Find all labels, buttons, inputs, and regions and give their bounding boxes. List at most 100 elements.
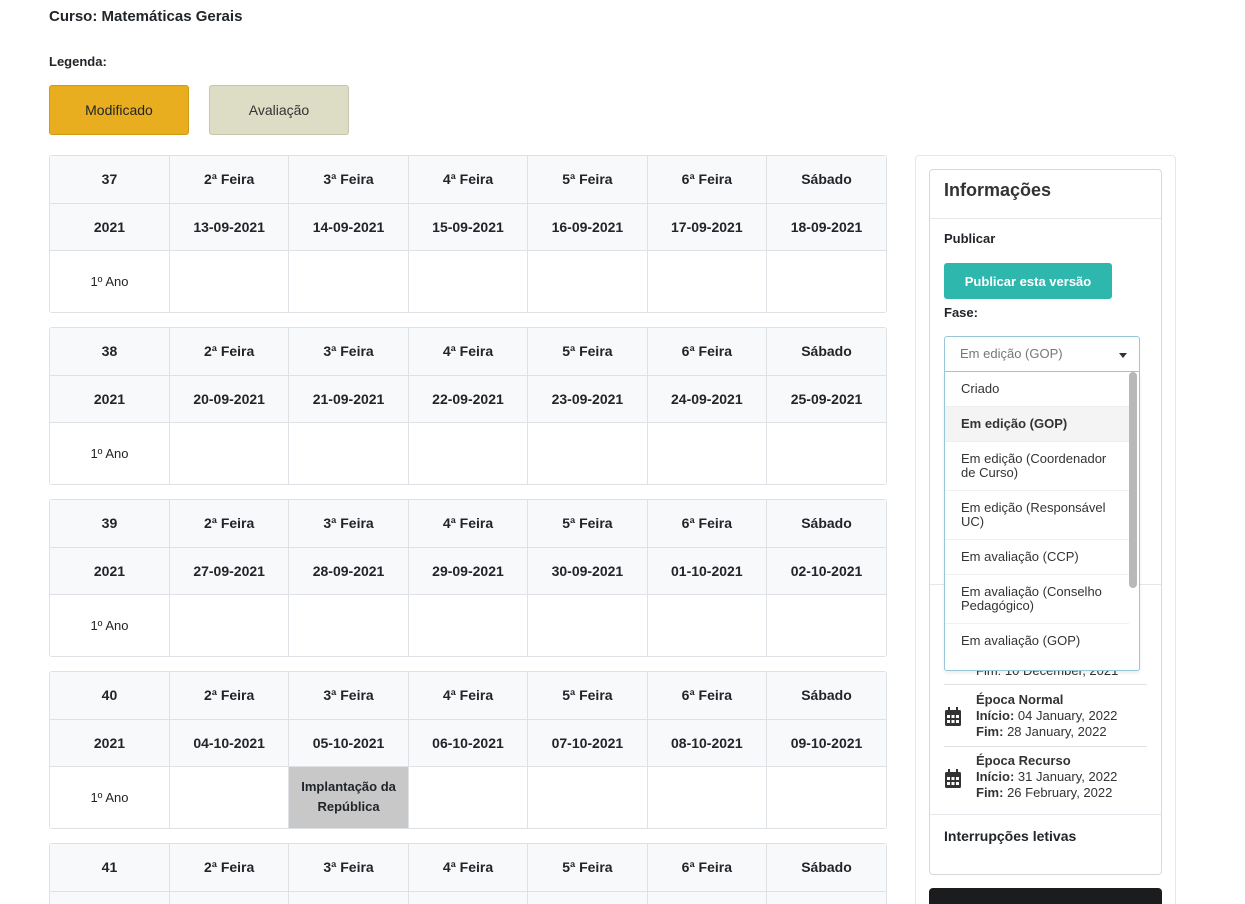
week-table: 37 2ª Feira 3ª Feira 4ª Feira 5ª Feira 6ª Fei… <box>49 155 887 313</box>
week-number: 38 <box>50 328 170 376</box>
period-end: Fim: 26 February, 2022 <box>976 785 1113 800</box>
week-table: 39 2ª Feira 3ª Feira 4ª Feira 5ª Feira 6ª Fei… <box>49 499 887 657</box>
date-cell: 08-10-2021 <box>647 719 768 767</box>
calendar-icon <box>945 707 961 726</box>
dark-card-header <box>929 888 1162 904</box>
phase-label: Fase: <box>944 305 978 320</box>
date-cell: 24-09-2021 <box>647 375 768 423</box>
phase-select-value: Em edição (GOP) <box>960 346 1063 361</box>
week-year: 2021 <box>50 719 170 767</box>
schedule-cell[interactable] <box>408 766 529 828</box>
day-header: 2ª Feira <box>169 672 290 720</box>
dropdown-option[interactable]: Em edição (Coordenador de Curso) <box>945 441 1129 490</box>
period-title: Época Normal <box>976 692 1064 707</box>
schedule-cell[interactable] <box>288 594 409 656</box>
day-header: 6ª Feira <box>647 672 768 720</box>
date-cell <box>408 891 529 904</box>
period-end: Fim: 28 January, 2022 <box>976 724 1107 739</box>
schedule-cell[interactable] <box>766 766 886 828</box>
week-number: 41 <box>50 844 170 892</box>
phase-dropdown-menu[interactable]: Criado Em edição (GOP) Em edição (Coorde… <box>944 372 1140 671</box>
phase-select[interactable]: Em edição (GOP) <box>944 336 1140 372</box>
date-cell: 09-10-2021 <box>766 719 886 767</box>
schedule-cell[interactable] <box>766 594 886 656</box>
date-cell: 25-09-2021 <box>766 375 886 423</box>
day-header: Sábado <box>766 672 886 720</box>
calendar-icon <box>945 769 961 788</box>
date-cell: 13-09-2021 <box>169 203 290 251</box>
dropdown-scrollbar[interactable] <box>1129 372 1137 588</box>
schedule-cell[interactable] <box>527 422 648 484</box>
dropdown-option[interactable]: Em avaliação (Conselho Pedagógico) <box>945 574 1129 623</box>
day-header: 6ª Feira <box>647 844 768 892</box>
date-cell: 18-09-2021 <box>766 203 886 251</box>
day-header: 5ª Feira <box>527 328 648 376</box>
schedule-cell[interactable] <box>647 422 768 484</box>
schedule-cell[interactable] <box>169 766 290 828</box>
schedule-cell[interactable] <box>169 594 290 656</box>
schedule-cell[interactable] <box>766 422 886 484</box>
date-cell: 01-10-2021 <box>647 547 768 595</box>
schedule-cell[interactable] <box>647 250 768 312</box>
date-cell: 15-09-2021 <box>408 203 529 251</box>
schedule-cell[interactable] <box>766 250 886 312</box>
day-header: 6ª Feira <box>647 156 768 204</box>
day-header: 4ª Feira <box>408 844 529 892</box>
schedule-cell[interactable] <box>169 250 290 312</box>
week-table: 38 2ª Feira 3ª Feira 4ª Feira 5ª Feira 6ª Fei… <box>49 327 887 485</box>
date-cell: 14-09-2021 <box>288 203 409 251</box>
dropdown-option[interactable]: Em avaliação (GOP) <box>945 623 1129 658</box>
dropdown-option[interactable]: Em edição (Responsável UC) <box>945 490 1129 539</box>
week-year: 2021 <box>50 203 170 251</box>
schedule-cell[interactable] <box>527 766 648 828</box>
schedule-cell[interactable] <box>527 250 648 312</box>
schedule-cell[interactable] <box>288 422 409 484</box>
date-cell: 05-10-2021 <box>288 719 409 767</box>
date-cell <box>50 891 170 904</box>
week-year: 2021 <box>50 547 170 595</box>
date-cell: 06-10-2021 <box>408 719 529 767</box>
day-header: 3ª Feira <box>288 500 409 548</box>
schedule-cell[interactable] <box>408 594 529 656</box>
year-row-label: 1º Ano <box>50 594 170 656</box>
date-cell: 22-09-2021 <box>408 375 529 423</box>
dropdown-option[interactable]: Criado <box>945 372 1129 406</box>
period-title: Época Recurso <box>976 753 1071 768</box>
day-header: 2ª Feira <box>169 328 290 376</box>
dropdown-option[interactable]: Em edição (GOP) <box>945 406 1129 441</box>
day-header: 3ª Feira <box>288 672 409 720</box>
schedule-cell[interactable] <box>408 250 529 312</box>
date-cell: 04-10-2021 <box>169 719 290 767</box>
schedule-cell[interactable] <box>169 422 290 484</box>
interruptions-heading[interactable]: Interrupções letivas <box>944 828 1076 844</box>
week-table: 40 2ª Feira 3ª Feira 4ª Feira 5ª Feira 6ª Fei… <box>49 671 887 829</box>
day-header: Sábado <box>766 328 886 376</box>
date-cell: 02-10-2021 <box>766 547 886 595</box>
schedule-cell[interactable] <box>288 250 409 312</box>
week-year: 2021 <box>50 375 170 423</box>
day-header: 5ª Feira <box>527 672 648 720</box>
week-table: 41 2ª Feira 3ª Feira 4ª Feira 5ª Feira 6ª Fei… <box>49 843 887 904</box>
date-cell <box>288 891 409 904</box>
day-header: 3ª Feira <box>288 844 409 892</box>
day-header: 6ª Feira <box>647 328 768 376</box>
period-start: Início: 04 January, 2022 <box>976 708 1118 723</box>
date-cell: 20-09-2021 <box>169 375 290 423</box>
holiday-cell[interactable]: Implantação da República <box>288 766 409 828</box>
schedule-cell[interactable] <box>647 594 768 656</box>
chevron-down-icon[interactable] <box>1119 353 1127 358</box>
period-recurso: Época Recurso Início: 31 January, 2022 F… <box>944 746 1147 816</box>
date-cell: 29-09-2021 <box>408 547 529 595</box>
week-number: 40 <box>50 672 170 720</box>
dropdown-option[interactable]: Em avaliação (CCP) <box>945 539 1129 574</box>
year-row-label: 1º Ano <box>50 250 170 312</box>
day-header: 2ª Feira <box>169 844 290 892</box>
schedule-cell[interactable] <box>527 594 648 656</box>
publish-button[interactable]: Publicar esta versão <box>944 263 1112 299</box>
schedule-cell[interactable] <box>647 766 768 828</box>
publish-label: Publicar <box>944 231 996 246</box>
day-header: 3ª Feira <box>288 156 409 204</box>
day-header: 4ª Feira <box>408 500 529 548</box>
year-row-label: 1º Ano <box>50 766 170 828</box>
schedule-cell[interactable] <box>408 422 529 484</box>
